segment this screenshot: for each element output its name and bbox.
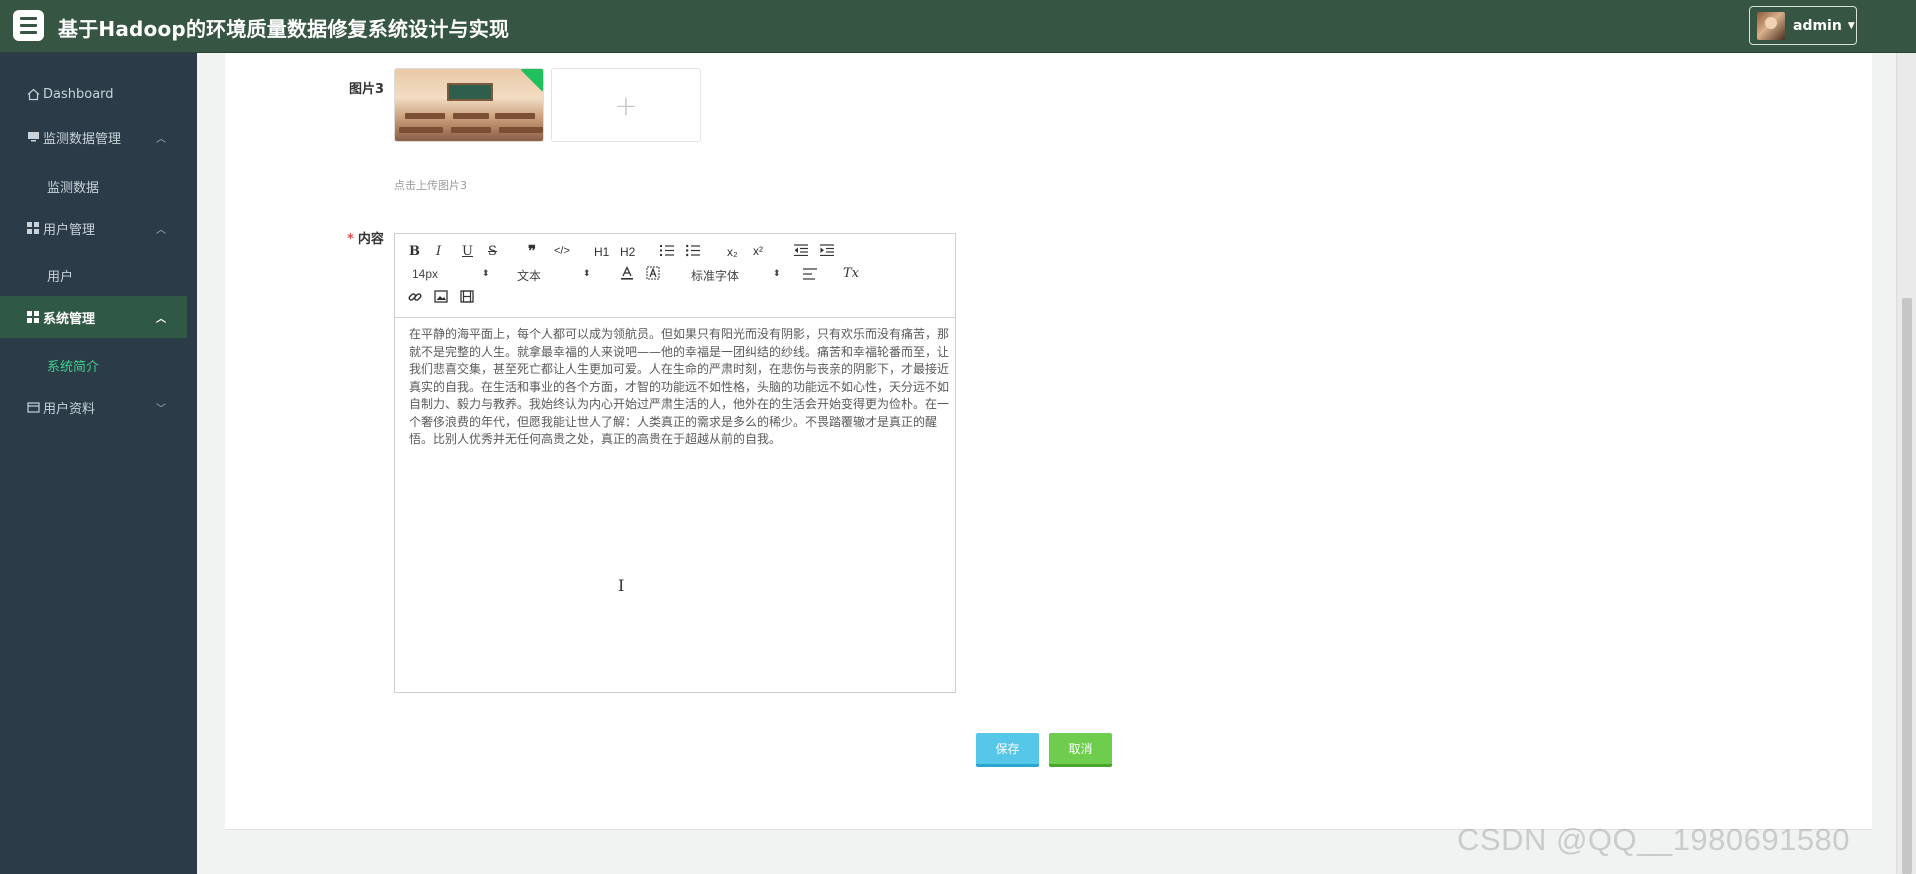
blockquote-icon[interactable]: ❞ bbox=[528, 242, 536, 260]
chevron-up-icon: ︿ bbox=[156, 224, 166, 236]
strike-button[interactable]: S bbox=[488, 244, 497, 259]
sidebar-item-label: 系统简介 bbox=[47, 359, 100, 375]
chevron-down-icon: ﹀ bbox=[156, 403, 166, 415]
sidebar: Dashboard 监测数据管理 ︿ 监测数据 用户管理 ︿ 用户 系统管理 ︿… bbox=[0, 53, 197, 874]
check-badge-icon bbox=[520, 69, 543, 92]
top-header: 基于Hadoop的环境质量数据修复系统设计与实现 admin ▼ bbox=[0, 0, 1916, 53]
avatar bbox=[1757, 11, 1785, 40]
chevron-up-icon: ︿ bbox=[156, 133, 166, 145]
content-label: * 内容 bbox=[347, 232, 384, 247]
font-size-picker[interactable]: 14px ⬍ bbox=[412, 267, 492, 281]
outdent-icon[interactable] bbox=[794, 244, 808, 260]
sidebar-subitem-system-intro[interactable]: 系统简介 bbox=[0, 345, 187, 385]
align-left-icon[interactable] bbox=[803, 268, 817, 284]
header-picker[interactable]: 文本 ⬍ bbox=[517, 267, 597, 284]
superscript-button[interactable]: x² bbox=[753, 244, 763, 258]
video-icon[interactable] bbox=[460, 290, 474, 307]
vertical-scrollbar[interactable] bbox=[1896, 53, 1916, 874]
subscript-button[interactable]: x₂ bbox=[727, 245, 738, 259]
editor-content[interactable]: 在平静的海平面上，每个人都可以成为领航员。但如果只有阳光而没有阴影，只有欢乐而没… bbox=[409, 326, 949, 449]
sidebar-item-label: 用户管理 bbox=[43, 222, 96, 238]
user-name: admin bbox=[1793, 17, 1842, 34]
clean-format-button[interactable]: Tx bbox=[843, 266, 859, 281]
grid-icon bbox=[26, 221, 40, 235]
chevron-up-icon: ︿ bbox=[156, 313, 166, 325]
home-icon bbox=[26, 87, 40, 101]
image3-label: 图片3 bbox=[349, 82, 385, 97]
upload-hint: 点击上传图片3 bbox=[394, 179, 467, 192]
watermark: CSDN @QQ__1980691580 bbox=[1457, 822, 1851, 857]
font-family-picker[interactable]: 标准字体 ⬍ bbox=[691, 267, 781, 284]
sidebar-item-label: 用户资料 bbox=[43, 401, 96, 417]
save-button[interactable]: 保存 bbox=[976, 733, 1039, 767]
indent-icon[interactable] bbox=[820, 244, 834, 260]
bullet-list-icon[interactable] bbox=[686, 244, 700, 261]
bold-button[interactable]: B bbox=[409, 244, 420, 259]
background-color-icon[interactable] bbox=[646, 266, 660, 284]
sidebar-item-label: Dashboard bbox=[43, 86, 114, 102]
sidebar-item-user-profile[interactable]: 用户资料 ﹀ bbox=[0, 386, 187, 428]
picker-arrows-icon: ⬍ bbox=[583, 268, 591, 278]
sidebar-item-system-management[interactable]: 系统管理 ︿ bbox=[0, 296, 187, 338]
font-color-icon[interactable] bbox=[620, 265, 634, 284]
sidebar-item-dashboard[interactable]: Dashboard bbox=[0, 73, 187, 115]
ordered-list-icon[interactable] bbox=[660, 244, 674, 261]
sidebar-subitem-monitor-data[interactable]: 监测数据 bbox=[0, 166, 187, 206]
scrollbar-thumb[interactable] bbox=[1902, 298, 1912, 874]
user-menu-button[interactable]: admin ▼ bbox=[1749, 6, 1857, 45]
cancel-button[interactable]: 取消 bbox=[1049, 733, 1112, 767]
sidebar-item-label: 系统管理 bbox=[43, 311, 96, 327]
menu-toggle-icon[interactable] bbox=[13, 10, 44, 41]
code-block-icon[interactable]: </> bbox=[554, 245, 570, 257]
uploaded-image-3[interactable] bbox=[394, 68, 544, 142]
grid-icon bbox=[26, 310, 40, 324]
sidebar-subitem-user[interactable]: 用户 bbox=[0, 255, 187, 295]
required-mark: * bbox=[347, 232, 354, 247]
underline-button[interactable]: U bbox=[462, 244, 473, 259]
sidebar-item-label: 监测数据管理 bbox=[43, 131, 122, 147]
picker-arrows-icon: ⬍ bbox=[482, 268, 490, 278]
app-title: 基于Hadoop的环境质量数据修复系统设计与实现 bbox=[58, 17, 510, 41]
text-cursor-icon: I bbox=[618, 576, 625, 595]
caret-down-icon: ▼ bbox=[1847, 20, 1855, 31]
sidebar-item-label: 监测数据 bbox=[47, 180, 100, 196]
editor-toolbar: B I U S ❞ </> H1 H2 x₂ x² 14px ⬍ 文本 ⬍ 标准… bbox=[395, 234, 955, 318]
link-icon[interactable] bbox=[408, 290, 422, 308]
picker-arrows-icon: ⬍ bbox=[773, 268, 781, 278]
monitor-icon bbox=[26, 130, 40, 144]
header2-button[interactable]: H2 bbox=[620, 245, 635, 259]
image-icon[interactable] bbox=[434, 290, 448, 307]
upload-image-button[interactable]: + bbox=[551, 68, 701, 142]
sidebar-item-user-management[interactable]: 用户管理 ︿ bbox=[0, 207, 187, 249]
rich-text-editor: B I U S ❞ </> H1 H2 x₂ x² 14px ⬍ 文本 ⬍ 标准… bbox=[394, 233, 956, 693]
sidebar-item-monitor-data-management[interactable]: 监测数据管理 ︿ bbox=[0, 116, 187, 158]
card-icon bbox=[26, 400, 40, 414]
italic-button[interactable]: I bbox=[436, 244, 441, 259]
header1-button[interactable]: H1 bbox=[594, 245, 609, 259]
plus-icon: + bbox=[614, 88, 638, 122]
sidebar-item-label: 用户 bbox=[47, 269, 74, 285]
